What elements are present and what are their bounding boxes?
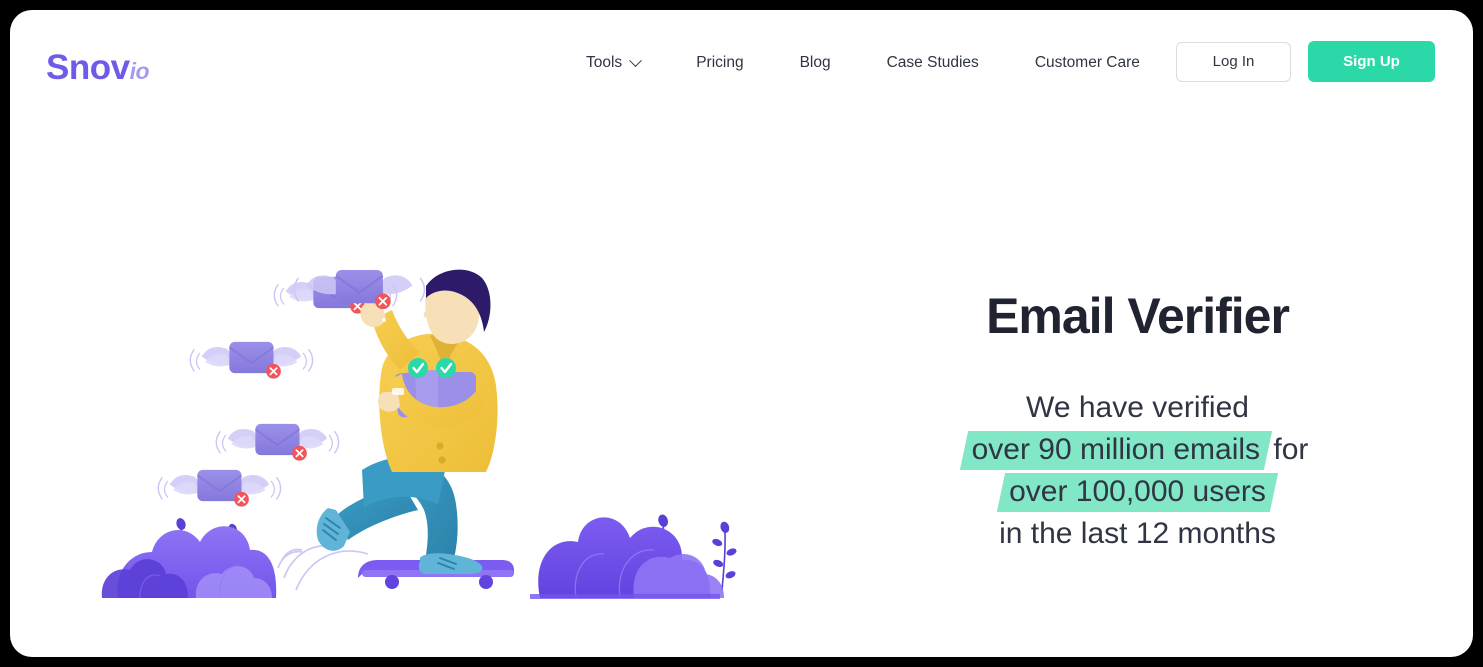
- hero-subtitle-line-3: over 100,000 users: [870, 471, 1405, 513]
- site-header: Snovio Tools Pricing Blog Case Studies C…: [10, 10, 1473, 120]
- invalid-envelope-3: [215, 422, 340, 462]
- login-button[interactable]: Log In: [1176, 41, 1291, 82]
- hero-highlight-emails: over 90 million emails: [967, 429, 1265, 471]
- motion-swoosh: [277, 544, 369, 591]
- hero-copy: Email Verifier We have verified over 90 …: [870, 290, 1405, 555]
- nav-item-label: Case Studies: [886, 54, 979, 71]
- skater-person: [293, 269, 498, 574]
- email-verifier-illustration: [100, 260, 760, 610]
- nav-item-label: Pricing: [696, 54, 744, 71]
- nav-item-case-studies[interactable]: Case Studies: [887, 48, 979, 78]
- hero-subtitle-line-4: in the last 12 months: [870, 513, 1405, 555]
- hero-subtitle-line-2: over 90 million emails for: [870, 429, 1405, 471]
- main-nav: Tools Pricing Blog Case Studies Customer…: [586, 48, 1140, 78]
- signup-button[interactable]: Sign Up: [1308, 41, 1435, 82]
- nav-item-customer-care[interactable]: Customer Care: [1035, 48, 1140, 78]
- bush-right: [530, 512, 739, 599]
- green-check-icon: [436, 358, 456, 378]
- auth-actions: Log In Sign Up: [1176, 41, 1435, 82]
- hero-highlight-users: over 100,000 users: [1004, 471, 1271, 513]
- chevron-down-icon: [629, 53, 643, 67]
- hero-section: Email Verifier We have verified over 90 …: [10, 120, 1473, 657]
- page-title: Email Verifier: [986, 288, 1290, 344]
- bush-left: [101, 516, 277, 599]
- nav-item-label: Customer Care: [1034, 54, 1140, 71]
- brand-logo-name: Snov: [46, 48, 130, 87]
- nav-item-pricing[interactable]: Pricing: [696, 48, 743, 78]
- nav-item-label: Tools: [586, 54, 623, 71]
- page-card: Snovio Tools Pricing Blog Case Studies C…: [10, 10, 1473, 657]
- hero-subtitle-line-1: We have verified: [870, 387, 1405, 429]
- green-check-icon: [408, 358, 428, 378]
- hero-subtitle-text: in the last 12 months: [999, 516, 1276, 550]
- nav-item-tools[interactable]: Tools: [586, 48, 643, 78]
- hero-subtitle: We have verified over 90 million emails …: [870, 387, 1405, 555]
- hero-subtitle-text: We have verified: [1026, 390, 1249, 424]
- brand-logo-suffix: io: [129, 58, 150, 84]
- invalid-envelope-2: [189, 340, 314, 380]
- brand-logo[interactable]: Snovio: [46, 48, 150, 88]
- hero-subtitle-text: for: [1265, 432, 1309, 466]
- invalid-envelope-4: [157, 468, 282, 508]
- nav-item-blog[interactable]: Blog: [800, 48, 831, 78]
- nav-item-label: Blog: [799, 54, 831, 71]
